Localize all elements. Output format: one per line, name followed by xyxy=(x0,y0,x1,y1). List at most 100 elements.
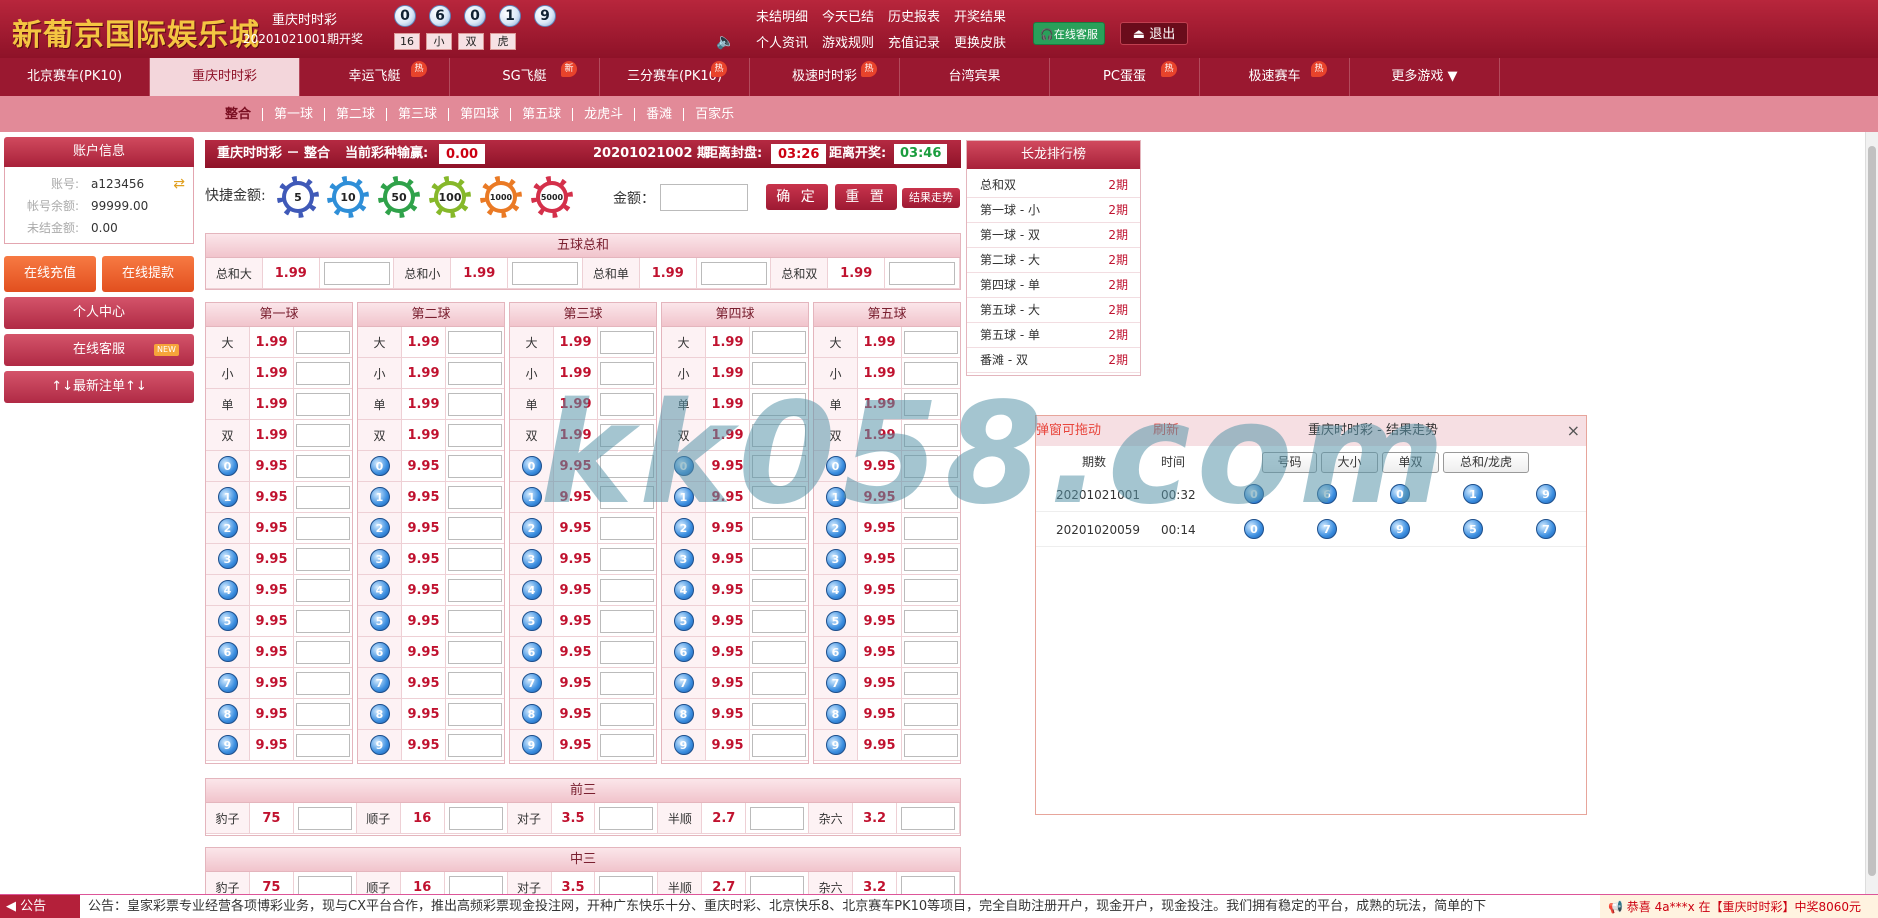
bet-amount-input[interactable] xyxy=(448,423,502,447)
bet-amount-input[interactable] xyxy=(296,547,350,571)
chip-10[interactable]: 10 xyxy=(327,176,369,218)
tab-big-small[interactable]: 大小 xyxy=(1321,452,1378,473)
bet-amount-input[interactable] xyxy=(752,392,806,416)
bet-amount-input[interactable] xyxy=(448,733,502,757)
bet-amount-input[interactable] xyxy=(448,485,502,509)
bet-amount-input[interactable] xyxy=(296,702,350,726)
bet-amount-input[interactable] xyxy=(752,671,806,695)
result-trend-button[interactable]: 结果走势 xyxy=(902,188,960,208)
recharge-button[interactable]: 在线充值 xyxy=(4,256,96,292)
bet-amount-input[interactable] xyxy=(296,516,350,540)
bet-amount-input[interactable] xyxy=(752,640,806,664)
link-game-rules[interactable]: 游戏规则 xyxy=(822,32,874,51)
bet-amount-input[interactable] xyxy=(448,609,502,633)
link-recharge-records[interactable]: 充值记录 xyxy=(888,32,940,51)
bet-amount-input[interactable] xyxy=(904,516,958,540)
bet-amount-input[interactable] xyxy=(600,547,654,571)
nav-tab[interactable]: 极速时时彩热 xyxy=(750,58,900,96)
bet-amount-input[interactable] xyxy=(752,733,806,757)
special-amount-input[interactable] xyxy=(448,806,503,830)
bet-amount-input[interactable] xyxy=(904,702,958,726)
subnav-item[interactable]: 百家乐 xyxy=(684,108,745,121)
notice-text[interactable]: 公告：皇家彩票专业经营各项博彩业务，现与CX平台合作，推出高频彩票现金投注网，开… xyxy=(80,895,1600,918)
bet-amount-input[interactable] xyxy=(904,671,958,695)
bet-amount-input[interactable] xyxy=(600,423,654,447)
sum-amount-input[interactable] xyxy=(512,261,579,285)
latest-bets-button[interactable]: ↑↓最新注单↑↓ xyxy=(4,371,194,403)
bet-amount-input[interactable] xyxy=(448,516,502,540)
sidebar-service-button[interactable]: 在线客服 NEW xyxy=(4,334,194,366)
sum-amount-input[interactable] xyxy=(889,261,956,285)
bet-amount-input[interactable] xyxy=(448,361,502,385)
bet-amount-input[interactable] xyxy=(600,671,654,695)
bet-amount-input[interactable] xyxy=(296,423,350,447)
bet-amount-input[interactable] xyxy=(904,640,958,664)
bet-amount-input[interactable] xyxy=(904,547,958,571)
bet-amount-input[interactable] xyxy=(296,640,350,664)
bet-amount-input[interactable] xyxy=(296,733,350,757)
bet-amount-input[interactable] xyxy=(904,392,958,416)
scrollbar-thumb[interactable] xyxy=(1868,146,1876,876)
personal-center-button[interactable]: 个人中心 xyxy=(4,297,194,329)
bet-amount-input[interactable] xyxy=(296,392,350,416)
nav-tab[interactable]: 台湾宾果 xyxy=(900,58,1050,96)
bet-amount-input[interactable] xyxy=(296,609,350,633)
link-change-skin[interactable]: 更换皮肤 xyxy=(954,32,1006,51)
special-amount-input[interactable] xyxy=(599,806,654,830)
bet-amount-input[interactable] xyxy=(448,454,502,478)
chip-50[interactable]: 50 xyxy=(378,176,420,218)
bet-amount-input[interactable] xyxy=(752,609,806,633)
link-profile[interactable]: 个人资讯 xyxy=(756,32,808,51)
bet-amount-input[interactable] xyxy=(448,702,502,726)
bet-amount-input[interactable] xyxy=(296,454,350,478)
subnav-item[interactable]: 第四球 xyxy=(449,107,512,121)
bet-amount-input[interactable] xyxy=(600,733,654,757)
bet-amount-input[interactable] xyxy=(448,671,502,695)
nav-tab[interactable]: 幸运飞艇热 xyxy=(300,58,450,96)
bet-amount-input[interactable] xyxy=(904,361,958,385)
chip-100[interactable]: 100 xyxy=(429,176,471,218)
bet-amount-input[interactable] xyxy=(296,485,350,509)
bet-amount-input[interactable] xyxy=(600,330,654,354)
close-icon[interactable]: × xyxy=(1567,416,1580,446)
bet-amount-input[interactable] xyxy=(600,454,654,478)
bet-amount-input[interactable] xyxy=(600,361,654,385)
nav-tab[interactable]: 重庆时时彩 xyxy=(150,58,300,96)
bet-amount-input[interactable] xyxy=(904,423,958,447)
link-unsettled[interactable]: 未结明细 xyxy=(756,6,808,25)
online-service-button[interactable]: 🎧在线客服 xyxy=(1033,22,1105,45)
bet-amount-input[interactable] xyxy=(752,454,806,478)
bet-amount-input[interactable] xyxy=(296,361,350,385)
refresh-link[interactable]: 刷新 xyxy=(1153,416,1179,446)
amount-input[interactable] xyxy=(660,184,748,211)
chip-1000[interactable]: 1000 xyxy=(480,176,522,218)
bet-amount-input[interactable] xyxy=(752,578,806,602)
subnav-item[interactable]: 龙虎斗 xyxy=(573,107,636,121)
bet-amount-input[interactable] xyxy=(904,454,958,478)
bet-amount-input[interactable] xyxy=(904,330,958,354)
logout-button[interactable]: ⏏ 退出 xyxy=(1120,22,1188,45)
reset-button[interactable]: 重 置 xyxy=(835,184,897,210)
bet-amount-input[interactable] xyxy=(752,547,806,571)
link-history-report[interactable]: 历史报表 xyxy=(888,6,940,25)
bet-amount-input[interactable] xyxy=(600,640,654,664)
subnav-item[interactable]: 第三球 xyxy=(387,107,450,121)
bet-amount-input[interactable] xyxy=(904,578,958,602)
bet-amount-input[interactable] xyxy=(752,485,806,509)
bet-amount-input[interactable] xyxy=(752,361,806,385)
bet-amount-input[interactable] xyxy=(296,578,350,602)
site-logo[interactable]: 新葡京国际娱乐城 xyxy=(12,10,260,54)
confirm-button[interactable]: 确 定 xyxy=(766,184,828,210)
page-scrollbar[interactable] xyxy=(1865,132,1878,894)
trend-popup-header[interactable]: 弹窗可拖动 刷新 重庆时时彩 - 结果走势 × xyxy=(1036,416,1586,446)
link-today-settled[interactable]: 今天已结 xyxy=(822,6,874,25)
tab-odd-even[interactable]: 单双 xyxy=(1382,452,1439,473)
bet-amount-input[interactable] xyxy=(752,330,806,354)
bet-amount-input[interactable] xyxy=(600,392,654,416)
bet-amount-input[interactable] xyxy=(600,578,654,602)
bet-amount-input[interactable] xyxy=(448,547,502,571)
speaker-icon[interactable]: 🔈 xyxy=(716,32,735,50)
bet-amount-input[interactable] xyxy=(448,578,502,602)
bet-amount-input[interactable] xyxy=(600,609,654,633)
bet-amount-input[interactable] xyxy=(904,609,958,633)
